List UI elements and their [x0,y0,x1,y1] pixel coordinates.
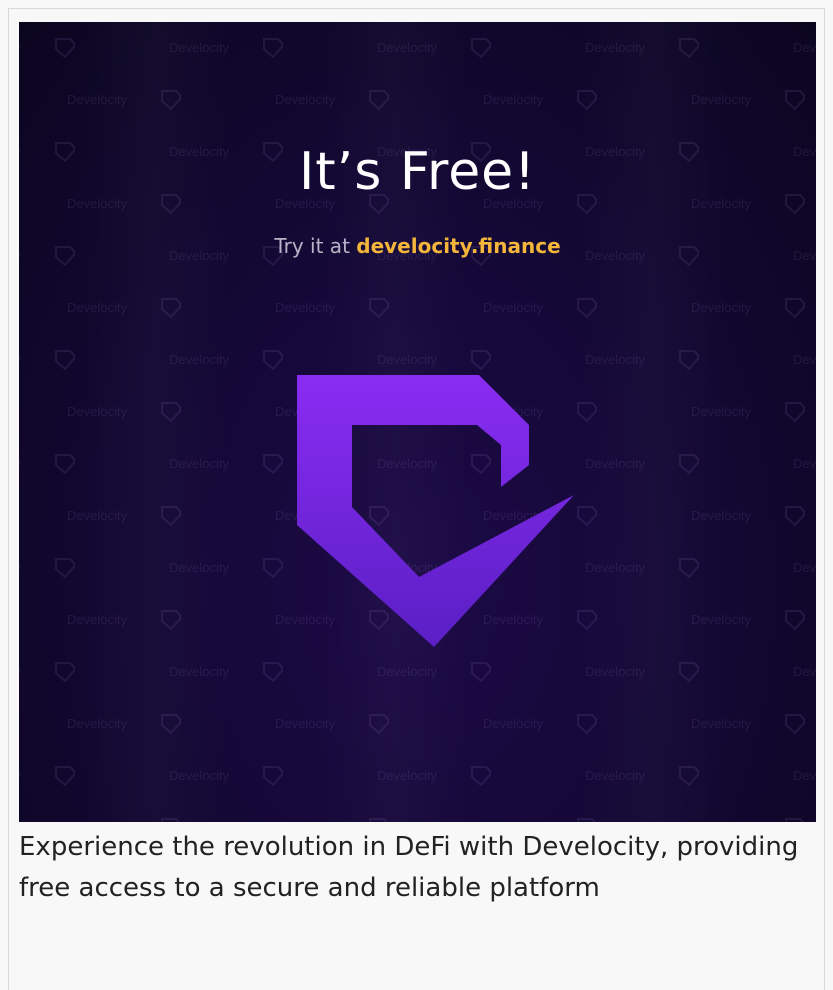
watermark-shield-icon [55,558,75,579]
watermark-text: Develocity [19,456,21,471]
watermark-shield-icon [55,38,75,59]
watermark-shield-icon [785,90,805,111]
watermark-text: Develocity [793,456,816,471]
watermark-shield-icon [55,350,75,371]
post-card: Develocity Develocity Develocity Develocity… [8,8,825,990]
watermark-text: Develocity [793,352,816,367]
tagline-prefix: Try it at [274,234,350,258]
promo-banner-image: Develocity Develocity Develocity Develocity… [19,22,816,822]
watermark-shield-icon [471,662,491,683]
watermark-shield-icon [55,766,75,787]
watermark-text: Develocity [19,40,21,55]
develocity-shield-logo-icon [297,375,574,647]
watermark-shield-icon [785,298,805,319]
watermark-shield-icon [263,662,283,683]
watermark-shield-icon [55,454,75,475]
logo-shape [297,375,574,647]
watermark-shield-icon [785,714,805,735]
watermark-text: Develocity [19,352,21,367]
watermark-shield-icon [785,818,805,822]
watermark-shield-icon [471,38,491,59]
watermark-shield-icon [55,662,75,683]
watermark-shield-icon [263,766,283,787]
website-link[interactable]: develocity.finance [356,234,560,258]
watermark-shield-icon [471,766,491,787]
post-caption: Experience the revolution in DeFi with D… [19,832,799,903]
watermark-text: Develocity [483,300,543,315]
watermark-shield-icon [785,402,805,423]
headline: It’s Free! [298,142,537,202]
watermark-text: Develocity [483,820,543,822]
watermark-text: Develocity [19,560,21,575]
watermark-shield-icon [263,38,283,59]
tagline: Try it at develocity.finance [19,234,816,258]
watermark-text: Develocity [483,92,543,107]
watermark-text: Develocity [793,40,816,55]
watermark-text: Develocity [793,560,816,575]
watermark-text: Develocity [793,664,816,679]
watermark-text: Develocity [19,768,21,783]
watermark-shield-icon [785,610,805,631]
watermark-text: Develocity [793,768,816,783]
watermark-shield-icon [785,506,805,527]
watermark-text: Develocity [483,716,543,731]
watermark-text: Develocity [19,664,21,679]
